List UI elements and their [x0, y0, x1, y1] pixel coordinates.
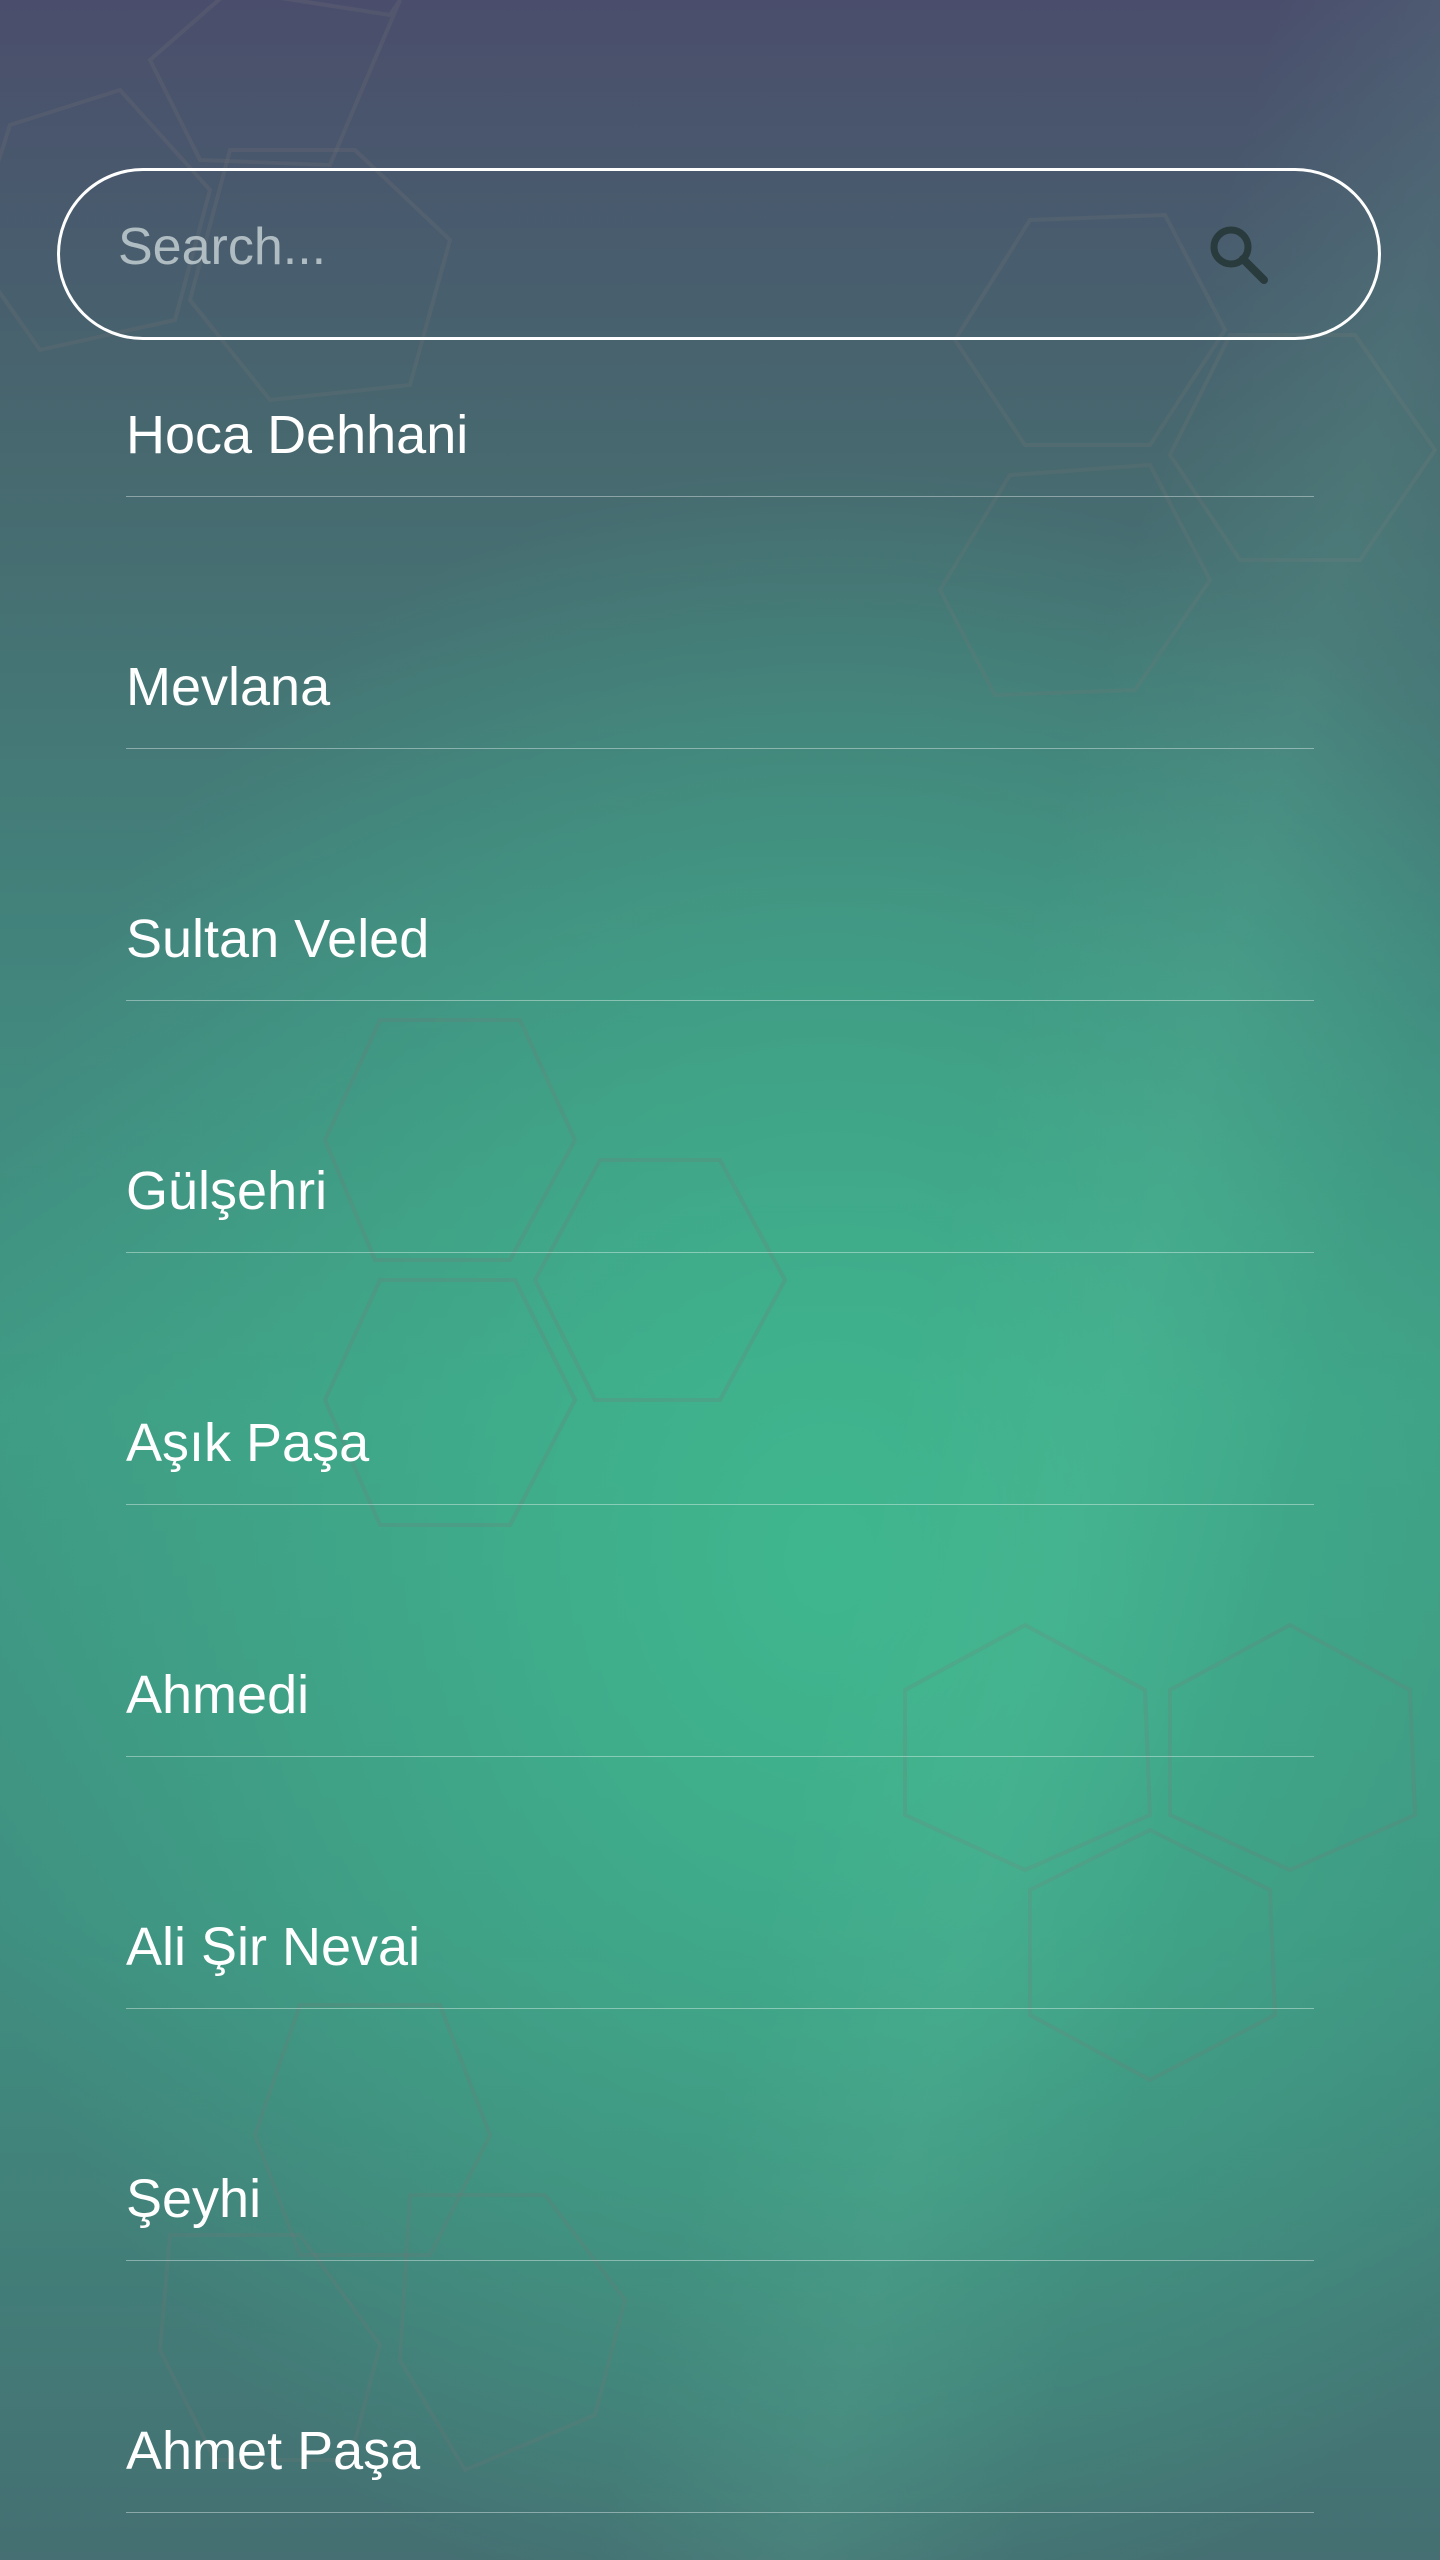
poet-list: Hoca Dehhani Mevlana Sultan Veled Gülşeh…	[126, 340, 1314, 2513]
search-bar[interactable]	[57, 164, 1381, 340]
list-item-label: Ahmedi	[126, 1665, 310, 1725]
list-item-label: Gülşehri	[126, 1161, 328, 1221]
list-item[interactable]: Hoca Dehhani	[126, 340, 1314, 497]
list-item-label: Mevlana	[126, 657, 331, 717]
list-item-label: Hoca Dehhani	[126, 405, 469, 465]
list-item-label: Aşık Paşa	[126, 1413, 370, 1473]
list-item[interactable]: Ahmedi	[126, 1505, 1314, 1757]
list-item[interactable]: Mevlana	[126, 497, 1314, 749]
list-item-label: Ali Şir Nevai	[126, 1917, 421, 1977]
list-item[interactable]: Ali Şir Nevai	[126, 1757, 1314, 2009]
list-item[interactable]: Sultan Veled	[126, 749, 1314, 1001]
list-item[interactable]: Gülşehri	[126, 1001, 1314, 1253]
list-item-label: Sultan Veled	[126, 909, 430, 969]
search-input[interactable]	[60, 164, 1198, 330]
list-item-label: Şeyhi	[126, 2169, 262, 2229]
list-item[interactable]: Aşık Paşa	[126, 1253, 1314, 1505]
list-item-label: Ahmet Paşa	[126, 2421, 421, 2481]
search-icon[interactable]	[1198, 214, 1278, 294]
list-item[interactable]: Şeyhi	[126, 2009, 1314, 2261]
list-item[interactable]: Ahmet Paşa	[126, 2261, 1314, 2513]
